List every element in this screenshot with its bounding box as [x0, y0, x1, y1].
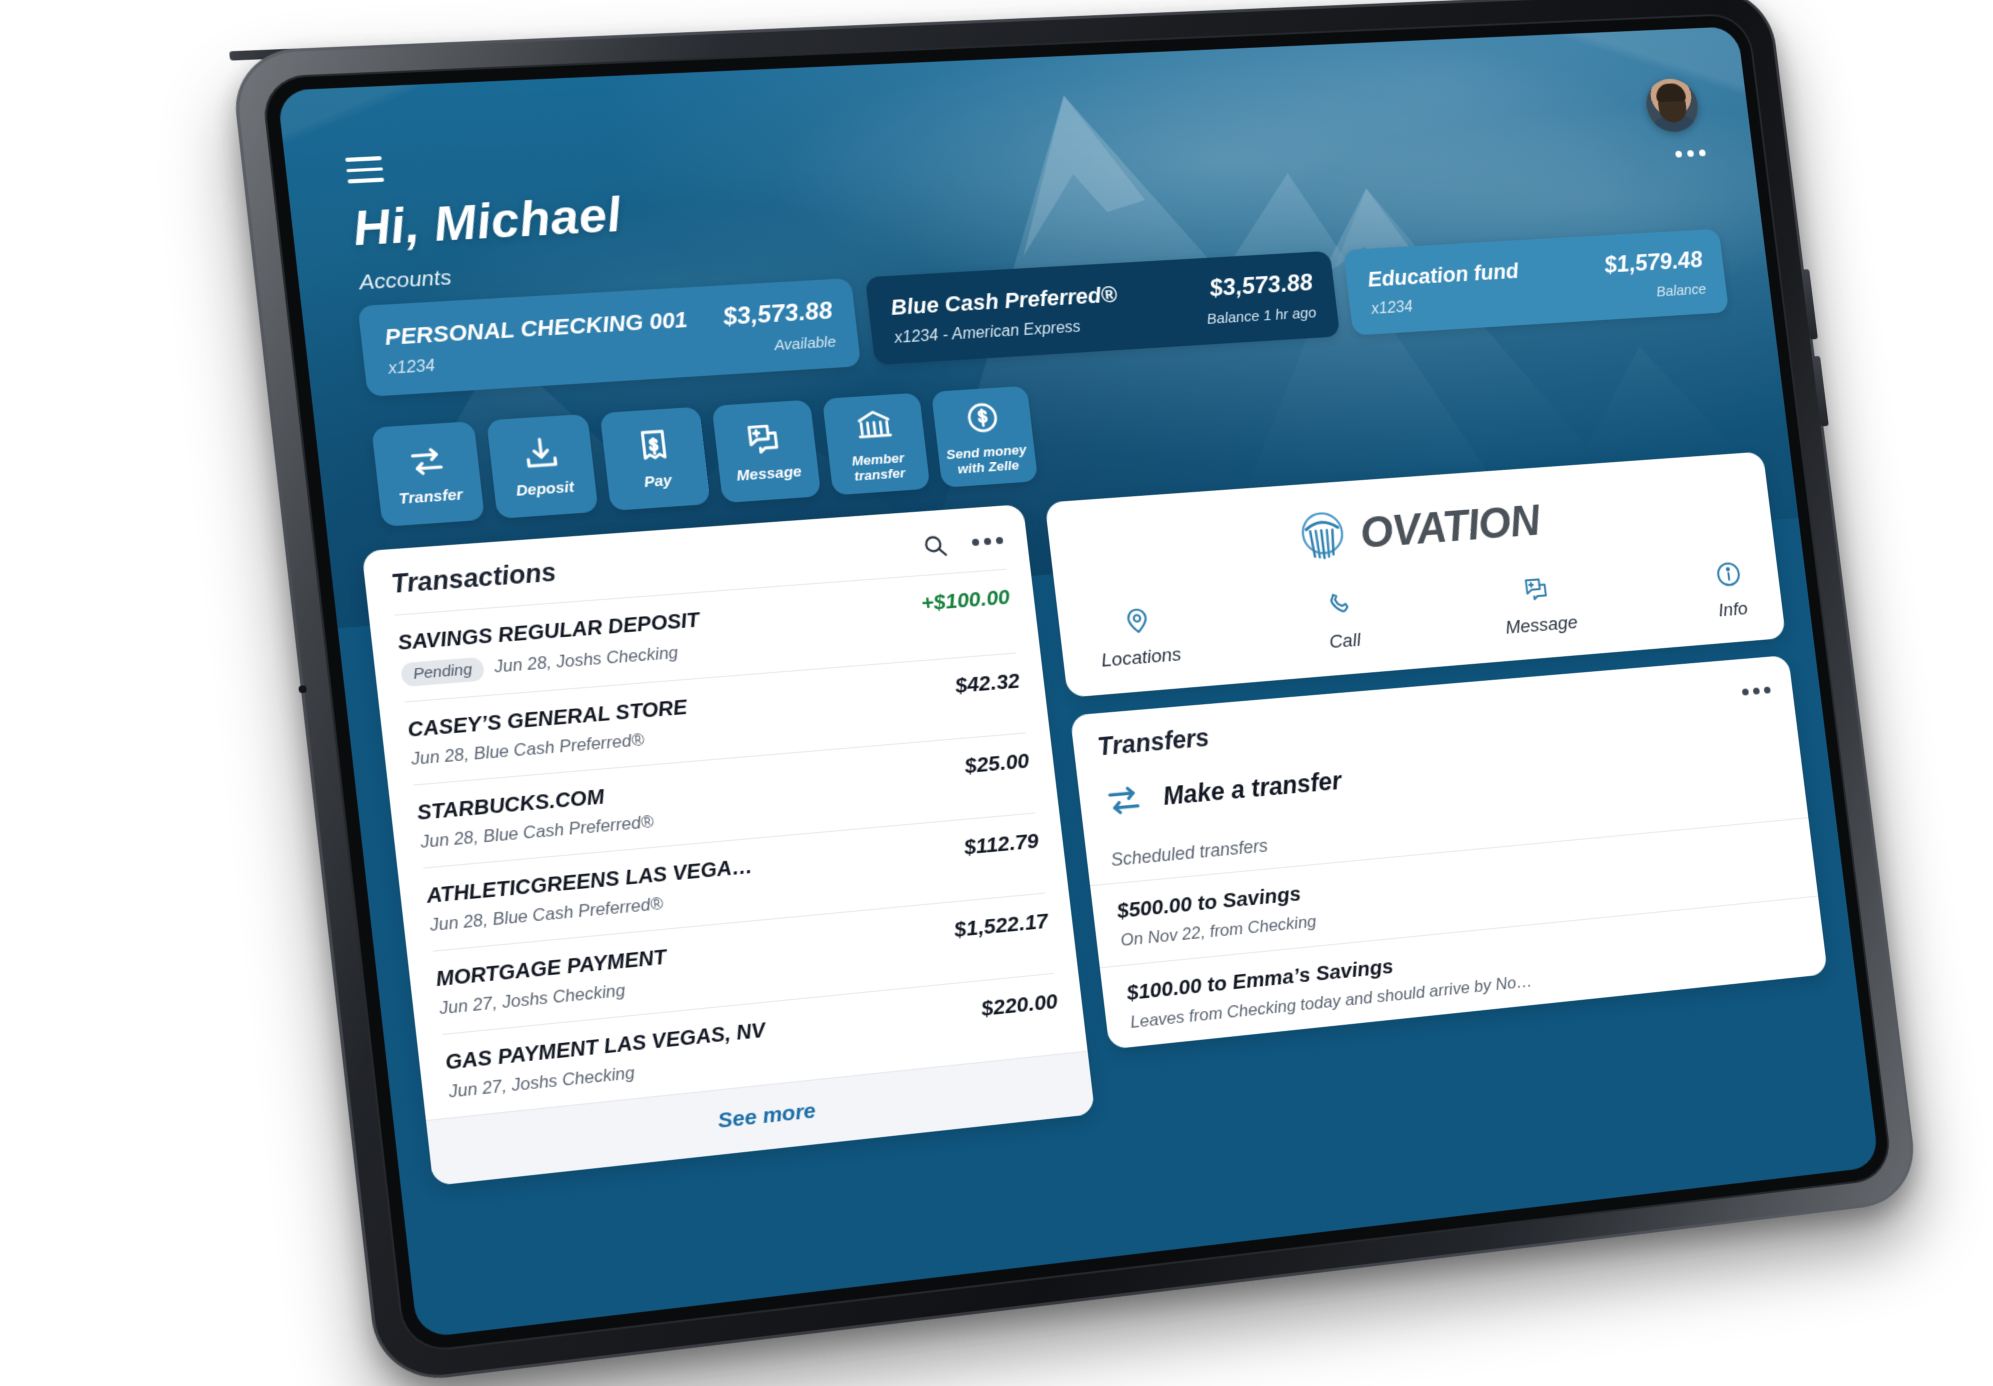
message-plus-icon: [1521, 574, 1553, 605]
account-number: x1234 - American Express: [893, 318, 1082, 347]
pay-receipt-icon: [632, 425, 676, 466]
phone-icon: [1324, 589, 1356, 621]
transfer-arrows-icon: [404, 440, 449, 482]
brand-nav-label: Call: [1328, 629, 1362, 654]
dot: [995, 536, 1004, 545]
hamburger-line: [347, 177, 385, 183]
transfers-more-options-icon[interactable]: [1741, 686, 1771, 696]
quick-action-message[interactable]: Message: [711, 399, 822, 504]
quick-action-transfer[interactable]: Transfer: [371, 421, 485, 527]
dot: [1752, 687, 1760, 695]
hamburger-line: [345, 156, 382, 162]
quick-action-label: Pay: [643, 471, 673, 491]
quick-action-label: Message: [735, 462, 803, 485]
accounts-list: PERSONAL CHECKING 001 $3,573.88 x1234 Av…: [357, 228, 1729, 397]
quick-action-deposit[interactable]: Deposit: [486, 413, 599, 519]
brand-wordmark: OVATION: [1357, 496, 1543, 558]
quick-action-member-transfer[interactable]: Member transfer: [822, 392, 931, 496]
quick-actions-bar: Transfer Deposit Pay Message Member tran…: [371, 385, 1039, 527]
account-status: Balance 1 hr ago: [1205, 304, 1318, 328]
hamburger-line: [346, 166, 384, 173]
dot: [1741, 688, 1750, 696]
account-name: Blue Cash Preferred®: [889, 281, 1119, 320]
transactions-more-options-icon[interactable]: [971, 536, 1004, 547]
account-card-checking[interactable]: PERSONAL CHECKING 001 $3,573.88 x1234 Av…: [357, 278, 862, 397]
status-badge: Pending: [400, 656, 486, 688]
transaction-amount: $1,522.17: [953, 909, 1050, 942]
page-title: Hi, Michael: [350, 188, 625, 257]
tablet-device: Hi, Michael Accounts PERSONAL CHECKING 0…: [229, 0, 1921, 1386]
transaction-amount: $42.32: [954, 669, 1022, 698]
dot: [983, 537, 992, 546]
account-status: Balance: [1655, 281, 1707, 301]
quick-action-pay[interactable]: Pay: [599, 406, 711, 511]
transactions-list: SAVINGS REGULAR DEPOSIT Pending Jun 28, …: [369, 567, 1088, 1120]
bank-building-icon: [853, 404, 896, 445]
message-plus-icon: [743, 418, 786, 459]
quick-action-zelle[interactable]: Send money with Zelle: [931, 385, 1039, 488]
quick-action-label: Transfer: [397, 485, 464, 508]
transaction-amount: $220.00: [980, 989, 1059, 1021]
transaction-amount: $112.79: [962, 829, 1040, 860]
brand-panel: OVATION Locations Call Message Info: [1044, 451, 1786, 698]
brand-nav-call[interactable]: Call: [1323, 589, 1362, 654]
accounts-section-label: Accounts: [357, 265, 453, 295]
account-number: x1234: [1370, 298, 1414, 318]
account-name: Education fund: [1366, 258, 1520, 292]
dot: [971, 538, 980, 547]
transactions-title: Transactions: [389, 558, 558, 600]
account-status: Available: [773, 333, 837, 355]
account-amount: $3,573.88: [1208, 269, 1315, 302]
brand-nav-label: Locations: [1100, 644, 1183, 672]
account-amount: $3,573.88: [721, 297, 834, 331]
transaction-amount: +$100.00: [920, 585, 1012, 616]
quick-action-label: Member transfer: [851, 449, 907, 484]
dot: [1763, 686, 1771, 694]
search-icon[interactable]: [920, 531, 949, 559]
dot: [1675, 150, 1683, 158]
avatar[interactable]: [1643, 77, 1701, 134]
transaction-meta: Jun 28, Joshs Checking: [493, 643, 680, 677]
ovation-pillar-logo-icon: [1292, 507, 1354, 568]
account-card-credit[interactable]: Blue Cash Preferred® $3,573.88 x1234 - A…: [864, 250, 1341, 366]
transfers-panel: Transfers Make a transfer Scheduled tran…: [1069, 655, 1828, 1050]
hamburger-menu-icon[interactable]: [345, 156, 385, 184]
brand-nav-info[interactable]: Info: [1712, 559, 1749, 622]
app-screen: Hi, Michael Accounts PERSONAL CHECKING 0…: [277, 26, 1880, 1339]
transactions-panel: Transactions SAVINGS REGULAR DEPOSIT Pen…: [361, 504, 1096, 1186]
info-circle-icon: [1713, 559, 1744, 590]
dot: [1698, 149, 1706, 157]
transaction-amount: $25.00: [963, 749, 1031, 779]
deposit-download-icon: [519, 433, 563, 474]
brand-nav-locations[interactable]: Locations: [1095, 603, 1182, 673]
brand-nav-label: Message: [1504, 612, 1579, 639]
right-column: OVATION Locations Call Message Info Tran…: [1044, 451, 1853, 1255]
quick-action-label: Deposit: [515, 478, 575, 500]
transfers-title: Transfers: [1096, 723, 1211, 762]
left-column: Transactions SAVINGS REGULAR DEPOSIT Pen…: [361, 504, 1112, 1334]
dot: [1686, 150, 1695, 157]
make-transfer-label: Make a transfer: [1161, 766, 1343, 811]
dollar-circle-icon: [961, 397, 1003, 437]
map-pin-icon: [1120, 605, 1153, 637]
brand-nav-message[interactable]: Message: [1499, 572, 1579, 640]
quick-action-label: Send money with Zelle: [945, 441, 1028, 477]
screenshot-stage: Hi, Michael Accounts PERSONAL CHECKING 0…: [0, 0, 1993, 1386]
brand-nav-label: Info: [1717, 598, 1749, 622]
account-card-education[interactable]: Education fund $1,579.48 x1234 Balance: [1343, 228, 1729, 336]
header-more-options-icon[interactable]: [1675, 149, 1706, 158]
account-amount: $1,579.48: [1602, 246, 1704, 279]
account-number: x1234: [387, 357, 436, 378]
transfer-arrows-icon: [1102, 779, 1146, 822]
